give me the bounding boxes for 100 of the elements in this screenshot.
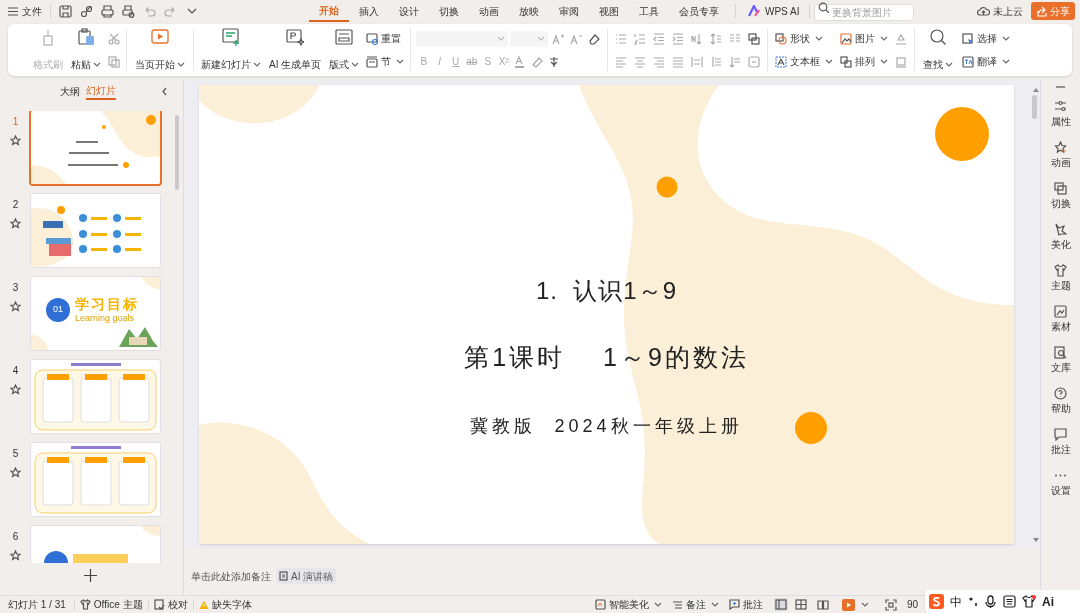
- star-icon[interactable]: [10, 550, 21, 561]
- ribbon-tab[interactable]: 视图: [589, 0, 629, 22]
- panel-tab[interactable]: 大纲: [60, 82, 80, 100]
- slide-thumbnail[interactable]: [31, 443, 160, 516]
- star-icon[interactable]: [10, 218, 21, 229]
- grid-view-icon[interactable]: [794, 599, 807, 610]
- sidebar-button[interactable]: 美化: [1050, 223, 1071, 252]
- select-button[interactable]: 选择: [960, 29, 1013, 48]
- normal-view-icon[interactable]: [774, 599, 787, 610]
- numbered-list-icon[interactable]: [634, 32, 647, 45]
- eraser-icon[interactable]: [588, 32, 601, 45]
- ribbon-tab[interactable]: 审阅: [549, 0, 589, 22]
- layout-button[interactable]: 版式: [326, 27, 363, 73]
- new-slide-button[interactable]: 新建幻灯片: [198, 27, 264, 73]
- line-spacing-icon[interactable]: [710, 32, 723, 45]
- outline-icon[interactable]: [895, 55, 908, 68]
- scrollbar-thumb[interactable]: [175, 115, 179, 190]
- ribbon-tab[interactable]: 会员专享: [669, 0, 729, 22]
- translate-button[interactable]: 翻译: [960, 52, 1013, 71]
- link-icon[interactable]: [80, 4, 93, 18]
- print-preview-icon[interactable]: [122, 4, 135, 18]
- star-icon[interactable]: [10, 467, 21, 478]
- slide-thumbnail[interactable]: 01 学习目标 Learning goals: [31, 277, 160, 350]
- notes-placeholder[interactable]: 单击此处添加备注: [191, 568, 271, 584]
- sidebar-button[interactable]: 文库: [1050, 346, 1071, 375]
- reading-view-icon[interactable]: [816, 599, 829, 610]
- t-shirt-icon[interactable]: [1022, 595, 1036, 608]
- scroll-down-icon[interactable]: [1033, 538, 1039, 542]
- ribbon-tab[interactable]: 设计: [389, 0, 429, 22]
- punctuation-icon[interactable]: [968, 596, 978, 607]
- sidebar-button[interactable]: 动画: [1050, 141, 1071, 170]
- star-icon[interactable]: [10, 135, 21, 146]
- copy-icon[interactable]: [108, 55, 120, 68]
- bullet-list-icon[interactable]: [615, 32, 628, 45]
- theme-button[interactable]: Office 主题: [74, 597, 148, 612]
- ribbon-tab[interactable]: 插入: [349, 0, 389, 22]
- play-from-current-button[interactable]: 当页开始: [132, 27, 188, 73]
- ai-generate-page-button[interactable]: AI 生成单页: [266, 27, 325, 73]
- smart-beautify-button[interactable]: 智能美化: [589, 597, 667, 612]
- play-slideshow-icon[interactable]: [841, 598, 855, 611]
- input-method-logo-icon[interactable]: [929, 594, 944, 609]
- zoom-level[interactable]: 90: [906, 597, 918, 612]
- ai-speech-button[interactable]: AI 演讲稿: [276, 568, 337, 584]
- comments-button[interactable]: 批注: [723, 597, 768, 612]
- ribbon-tab[interactable]: 动画: [469, 0, 509, 22]
- shape-button[interactable]: 形状: [773, 29, 836, 48]
- input-mode-toggle[interactable]: 中: [950, 592, 962, 611]
- file-menu[interactable]: 文件: [8, 3, 42, 19]
- picture-button[interactable]: 图片: [838, 29, 891, 48]
- slide-thumbnail[interactable]: [31, 194, 160, 267]
- grow-font-icon[interactable]: [552, 32, 565, 45]
- arrange-button[interactable]: 排列: [838, 52, 891, 71]
- decrease-indent-icon[interactable]: [653, 32, 666, 45]
- text-box-button[interactable]: 文本框: [773, 52, 836, 71]
- align-center-icon[interactable]: [634, 55, 647, 68]
- fit-to-window-icon[interactable]: [884, 598, 897, 611]
- sidebar-button[interactable]: 素材: [1050, 305, 1071, 334]
- sidebar-button[interactable]: 设置: [1050, 469, 1071, 498]
- sidebar-button[interactable]: 批注: [1050, 428, 1071, 457]
- ribbon-tab[interactable]: 切换: [429, 0, 469, 22]
- fill-icon[interactable]: [895, 32, 908, 45]
- notes-button[interactable]: 备注: [666, 597, 724, 612]
- align-left-icon[interactable]: [615, 55, 628, 68]
- font-name-field[interactable]: [416, 30, 509, 47]
- collapse-icon[interactable]: [162, 86, 167, 96]
- missing-fonts-button[interactable]: 缺失字体: [193, 597, 257, 612]
- vertical-align-icon[interactable]: [748, 55, 761, 68]
- font-color-icon[interactable]: [514, 55, 527, 68]
- proofing-button[interactable]: 校对: [148, 597, 193, 612]
- save-icon[interactable]: [59, 4, 72, 18]
- distribute-icon[interactable]: [691, 55, 704, 68]
- increase-indent-icon[interactable]: [672, 32, 685, 45]
- align-right-icon[interactable]: [653, 55, 666, 68]
- sidebar-button[interactable]: 属性: [1050, 100, 1071, 129]
- star-icon[interactable]: [10, 301, 21, 312]
- scrollbar-thumb[interactable]: [1032, 95, 1037, 119]
- wps-ai-button[interactable]: WPS AI: [742, 3, 806, 19]
- sidebar-button[interactable]: 切换: [1050, 182, 1071, 211]
- paragraph-spacing-after-icon[interactable]: [729, 55, 742, 68]
- section-button[interactable]: 节: [364, 52, 407, 71]
- text-effect-icon[interactable]: [548, 55, 561, 68]
- keyboard-icon[interactable]: [1003, 595, 1016, 608]
- paste-button[interactable]: 粘贴: [68, 27, 104, 73]
- shrink-font-icon[interactable]: [570, 32, 583, 45]
- add-slide-button[interactable]: [84, 569, 97, 582]
- find-button[interactable]: 查找: [920, 27, 957, 73]
- sidebar-button[interactable]: 主题: [1050, 264, 1071, 293]
- paragraph-spacing-icon[interactable]: [710, 55, 723, 68]
- microphone-icon[interactable]: [984, 594, 997, 609]
- undo-icon[interactable]: [143, 4, 156, 18]
- slide-thumbnail[interactable]: [31, 111, 160, 184]
- ai-assistant-button[interactable]: Ai: [1042, 592, 1054, 611]
- scissors-icon[interactable]: [108, 32, 120, 45]
- redo-icon[interactable]: [164, 4, 177, 18]
- text-direction-icon[interactable]: [691, 32, 704, 45]
- font-size-field[interactable]: [510, 30, 549, 47]
- columns-icon[interactable]: [729, 32, 742, 45]
- scroll-up-icon[interactable]: [1033, 88, 1039, 92]
- sidebar-button[interactable]: 帮助: [1050, 387, 1071, 416]
- ribbon-tab[interactable]: 放映: [509, 0, 549, 22]
